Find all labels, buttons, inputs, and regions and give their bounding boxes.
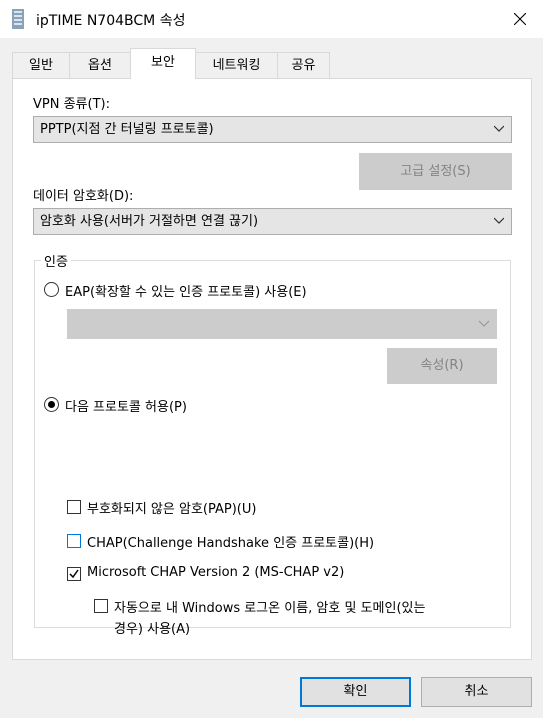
encryption-label: 데이터 암호화(D):	[33, 189, 134, 204]
network-connection-icon	[12, 9, 24, 29]
vpn-type-select[interactable]: PPTP(지점 간 터널링 프로토콜)	[33, 116, 512, 143]
eap-properties-button[interactable]: 속성(R)	[387, 348, 497, 384]
vpn-type-label: VPN 종류(T):	[33, 97, 110, 112]
tab-strip: 일반 옵션 보안 네트워킹 공유	[12, 48, 532, 79]
auto-logon-checkbox[interactable]	[94, 599, 108, 613]
auto-logon-label-line1[interactable]: 자동으로 내 Windows 로그온 이름, 암호 및 도메인(있는	[114, 597, 425, 616]
tab-networking[interactable]: 네트워킹	[195, 52, 278, 78]
vpn-type-value: PPTP(지점 간 터널링 프로토콜)	[40, 122, 214, 137]
checkmark-icon	[69, 569, 79, 579]
mschap-checkbox[interactable]	[67, 567, 81, 581]
eap-method-select[interactable]	[67, 309, 497, 339]
tab-sharing[interactable]: 공유	[277, 52, 330, 78]
pap-checkbox[interactable]	[67, 500, 81, 514]
tab-general[interactable]: 일반	[12, 52, 70, 78]
window-title: ipTIME N704BCM 속성	[36, 13, 186, 29]
eap-radio-label[interactable]: EAP(확장할 수 있는 인증 프로토콜) 사용(E)	[65, 281, 307, 300]
title-bar: ipTIME N704BCM 속성	[0, 0, 543, 38]
cancel-button[interactable]: 취소	[421, 677, 532, 707]
chevron-down-icon	[479, 320, 489, 327]
allow-protocols-label[interactable]: 다음 프로토콜 허용(P)	[65, 396, 187, 415]
tab-security[interactable]: 보안	[130, 48, 196, 79]
chap-checkbox[interactable]	[67, 534, 81, 548]
pap-label[interactable]: 부호화되지 않은 암호(PAP)(U)	[87, 498, 256, 517]
chap-label[interactable]: CHAP(Challenge Handshake 인증 프로토콜)(H)	[87, 532, 374, 551]
encryption-value: 암호화 사용(서버가 거절하면 연결 끊기)	[40, 214, 259, 229]
chevron-down-icon	[494, 217, 504, 224]
allow-protocols-radio[interactable]	[44, 397, 59, 412]
encryption-select[interactable]: 암호화 사용(서버가 거절하면 연결 끊기)	[33, 208, 512, 235]
radio-selected-dot	[48, 401, 55, 408]
close-button[interactable]	[497, 0, 543, 38]
security-panel: VPN 종류(T): PPTP(지점 간 터널링 프로토콜) 고급 설정(S) …	[12, 78, 532, 660]
close-icon	[514, 13, 526, 25]
auto-logon-label-line2[interactable]: 경우) 사용(A)	[114, 618, 190, 637]
mschap-label[interactable]: Microsoft CHAP Version 2 (MS-CHAP v2)	[87, 565, 344, 580]
advanced-settings-button[interactable]: 고급 설정(S)	[359, 153, 512, 190]
eap-radio[interactable]	[44, 282, 59, 297]
tab-options[interactable]: 옵션	[69, 52, 131, 78]
authentication-group-label: 인증	[41, 251, 71, 270]
chevron-down-icon	[494, 125, 504, 132]
ok-button[interactable]: 확인	[300, 677, 411, 707]
